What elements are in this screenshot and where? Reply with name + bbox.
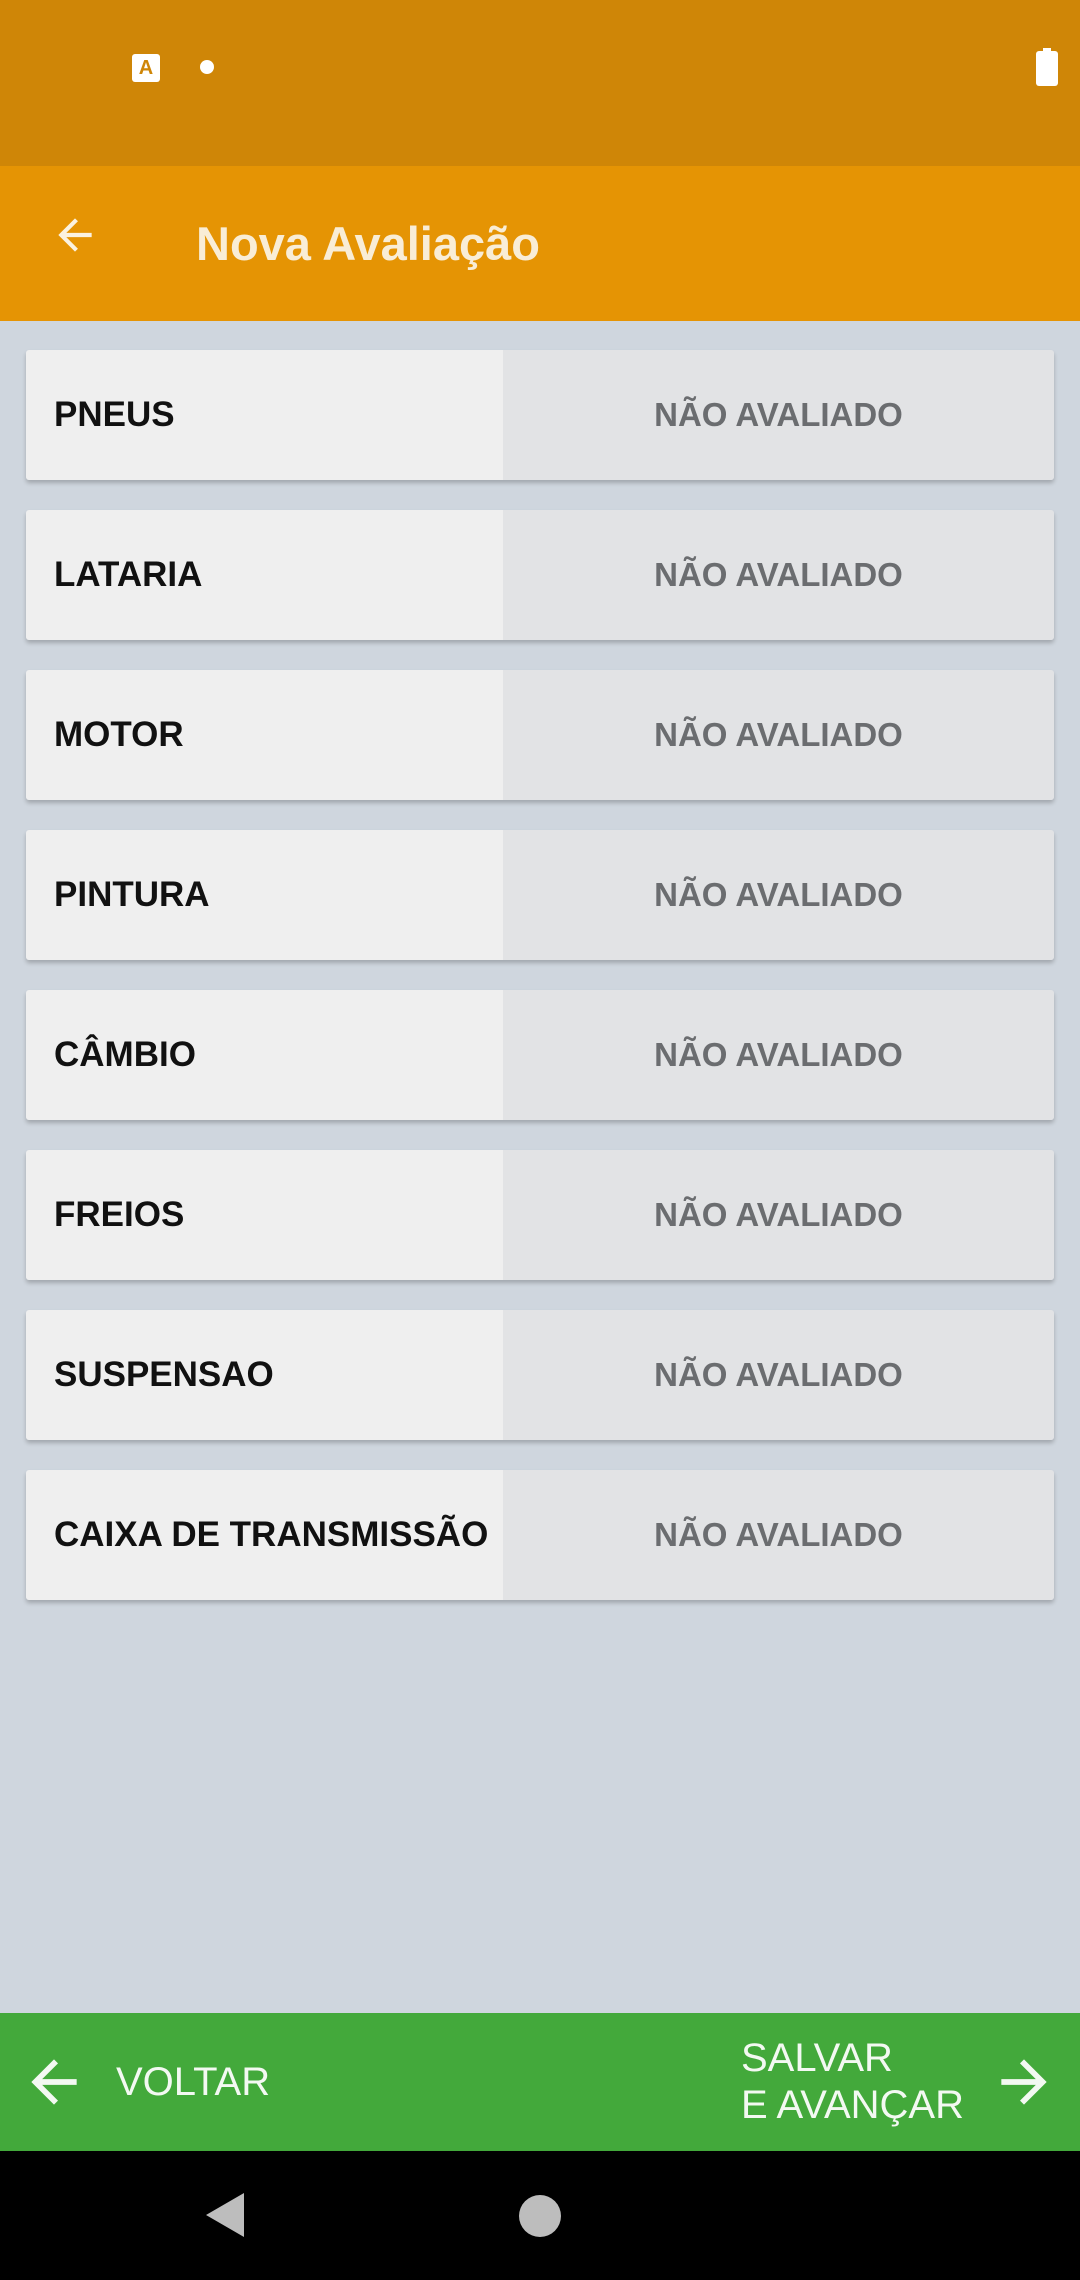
system-nav-bar: [0, 2151, 1080, 2280]
item-label: CÂMBIO: [26, 990, 503, 1120]
item-status[interactable]: NÃO AVALIADO: [503, 350, 1054, 480]
arrow-left-icon: [31, 2059, 77, 2105]
item-label: FREIOS: [26, 1150, 503, 1280]
item-status[interactable]: NÃO AVALIADO: [503, 670, 1054, 800]
back-button[interactable]: [36, 196, 114, 274]
back-step-button[interactable]: VOLTAR: [20, 2013, 270, 2151]
item-label: PINTURA: [26, 830, 503, 960]
battery-icon: [1036, 48, 1058, 86]
nav-home-icon[interactable]: [519, 2195, 561, 2237]
list-item[interactable]: LATARIA NÃO AVALIADO: [26, 510, 1054, 640]
save-label-line2: E AVANÇAR: [740, 2083, 964, 2127]
evaluation-list: PNEUS NÃO AVALIADO LATARIA NÃO AVALIADO …: [26, 350, 1054, 1630]
app-bar: Nova Avaliação: [0, 166, 1080, 321]
item-label: LATARIA: [26, 510, 503, 640]
item-status[interactable]: NÃO AVALIADO: [503, 990, 1054, 1120]
save-and-next-button[interactable]: SALVAR E AVANÇAR: [741, 2013, 1058, 2151]
item-status[interactable]: NÃO AVALIADO: [503, 830, 1054, 960]
list-item[interactable]: PINTURA NÃO AVALIADO: [26, 830, 1054, 960]
item-status[interactable]: NÃO AVALIADO: [503, 1150, 1054, 1280]
item-label: SUSPENSAO: [26, 1310, 503, 1440]
arrow-right-icon: [1001, 2059, 1047, 2105]
save-label-line1: SALVAR: [740, 2036, 893, 2080]
notification-dot-icon: [200, 60, 214, 74]
list-item[interactable]: PNEUS NÃO AVALIADO: [26, 350, 1054, 480]
page-title: Nova Avaliação: [196, 217, 540, 270]
list-item[interactable]: CAIXA DE TRANSMISSÃO NÃO AVALIADO: [26, 1470, 1054, 1600]
list-item[interactable]: SUSPENSAO NÃO AVALIADO: [26, 1310, 1054, 1440]
save-and-next-label: SALVAR E AVANÇAR: [741, 2035, 964, 2129]
item-status[interactable]: NÃO AVALIADO: [503, 510, 1054, 640]
list-item[interactable]: CÂMBIO NÃO AVALIADO: [26, 990, 1054, 1120]
item-label: MOTOR: [26, 670, 503, 800]
bottom-action-bar: VOLTAR SALVAR E AVANÇAR: [0, 2013, 1080, 2151]
item-status[interactable]: NÃO AVALIADO: [503, 1310, 1054, 1440]
list-item[interactable]: FREIOS NÃO AVALIADO: [26, 1150, 1054, 1280]
text-a-icon: A: [132, 54, 160, 82]
list-item[interactable]: MOTOR NÃO AVALIADO: [26, 670, 1054, 800]
nav-back-icon[interactable]: [200, 2189, 252, 2241]
item-label: CAIXA DE TRANSMISSÃO: [26, 1470, 503, 1600]
status-bar: A: [0, 0, 1080, 166]
item-status[interactable]: NÃO AVALIADO: [503, 1470, 1054, 1600]
back-step-label: VOLTAR: [116, 2059, 271, 2104]
item-label: PNEUS: [26, 350, 503, 480]
arrow-left-icon: [58, 218, 92, 252]
